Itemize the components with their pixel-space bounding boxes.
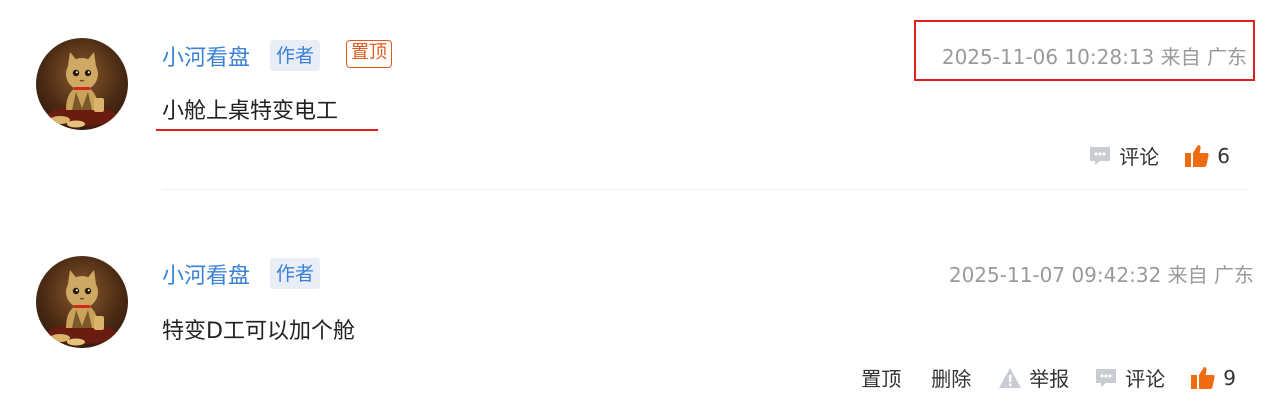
cat-avatar-icon: [48, 270, 116, 346]
thumbs-up-icon: [1185, 144, 1209, 167]
comment-text: 小舱上桌特变电工: [162, 99, 339, 124]
comment-actions: 评论 6: [1087, 141, 1230, 170]
comment-timestamp: 2025-11-06 10:28:13 来自 广东: [941, 45, 1247, 69]
comment-button[interactable]: 评论: [1093, 363, 1165, 392]
like-count: 9: [1223, 365, 1236, 390]
comment-label: 评论: [1125, 367, 1166, 391]
avatar[interactable]: [36, 38, 128, 130]
thumbs-up-icon: [1191, 366, 1215, 389]
delete-button[interactable]: 删除: [931, 363, 971, 392]
comment-item: 小河看盘 作者 2025-11-07 09:42:32 来自 广东 特变D工可以…: [0, 218, 1266, 407]
pinned-badge: 置顶: [346, 40, 392, 68]
avatar[interactable]: [36, 256, 128, 348]
comment-label: 评论: [1119, 145, 1160, 169]
comment-button[interactable]: 评论: [1087, 141, 1159, 170]
like-count: 6: [1217, 143, 1230, 168]
comment-text: 特变D工可以加个舱: [162, 319, 355, 344]
speech-bubble-icon: [1096, 368, 1117, 387]
warning-triangle-icon: [999, 367, 1022, 388]
author-badge: 作者: [270, 40, 321, 71]
highlight-underline: [156, 129, 378, 131]
comment-timestamp: 2025-11-07 09:42:32 来自 广东: [948, 263, 1254, 287]
username-link[interactable]: 小河看盘: [162, 40, 250, 72]
cat-avatar-icon: [48, 52, 116, 128]
divider: [162, 189, 1248, 190]
report-label: 举报: [1029, 367, 1070, 391]
like-button[interactable]: 6: [1183, 143, 1230, 169]
report-button[interactable]: 举报: [997, 363, 1069, 392]
pin-button[interactable]: 置顶: [861, 363, 901, 392]
comment-actions: 置顶 删除 举报 评论 9: [861, 363, 1236, 392]
speech-bubble-icon: [1090, 146, 1111, 165]
comment-item: 小河看盘 作者 置顶 2025-11-06 10:28:13 来自 广东 小舱上…: [0, 0, 1266, 200]
like-button[interactable]: 9: [1189, 365, 1236, 391]
author-badge: 作者: [270, 258, 321, 289]
username-link[interactable]: 小河看盘: [162, 258, 250, 290]
